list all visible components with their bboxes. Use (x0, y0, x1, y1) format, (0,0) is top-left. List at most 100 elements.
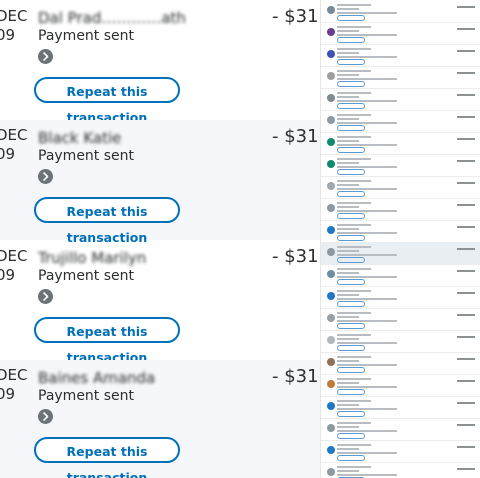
minimap-row (321, 176, 480, 199)
minimap-amount (457, 50, 475, 52)
transaction-card: DEC 09 Black Katie Payment sent - $31.1 … (0, 120, 320, 245)
minimap-text-line (337, 100, 397, 102)
minimap-text-line (337, 206, 359, 208)
minimap-row (321, 110, 480, 133)
minimap-button (337, 411, 365, 417)
minimap-row (321, 330, 480, 353)
minimap-amount (457, 336, 475, 338)
page-overview-minimap (320, 0, 480, 478)
repeat-transaction-button[interactable]: Repeat this transaction (34, 77, 180, 125)
minimap-row (321, 352, 480, 375)
minimap-button (337, 323, 365, 329)
minimap-amount (457, 292, 475, 294)
minimap-avatar (327, 160, 335, 168)
minimap-text-line (337, 470, 359, 472)
transaction-amount: - $31.1 (272, 126, 320, 147)
minimap-text-line (337, 422, 371, 424)
minimap-text-line (337, 334, 371, 336)
minimap-button (337, 301, 365, 307)
minimap-amount (457, 270, 475, 272)
minimap-button (337, 169, 365, 175)
minimap-row (321, 418, 480, 441)
minimap-amount (457, 424, 475, 426)
minimap-avatar (327, 116, 335, 124)
minimap-amount (457, 182, 475, 184)
minimap-text-line (337, 426, 359, 428)
minimap-text-line (337, 4, 371, 6)
minimap-button (337, 389, 365, 395)
chevron-right-icon[interactable] (38, 49, 53, 64)
minimap-amount (457, 402, 475, 404)
minimap-text-line (337, 30, 359, 32)
minimap-row (321, 220, 480, 243)
minimap-text-line (337, 70, 371, 72)
minimap-avatar (327, 380, 335, 388)
payment-status: Payment sent (38, 388, 135, 404)
payee-name: Black Katie (38, 129, 122, 147)
chevron-right-icon[interactable] (38, 289, 53, 304)
minimap-text-line (337, 166, 397, 168)
payment-status: Payment sent (38, 148, 135, 164)
minimap-avatar (327, 292, 335, 300)
repeat-transaction-button[interactable]: Repeat this transaction (34, 437, 180, 478)
minimap-text-line (337, 276, 397, 278)
minimap-amount (457, 160, 475, 162)
minimap-button (337, 59, 365, 65)
minimap-text-line (337, 78, 397, 80)
minimap-row (321, 242, 480, 265)
minimap-row (321, 22, 480, 45)
minimap-avatar (327, 72, 335, 80)
transaction-list: DEC 09 Dal Prad…………ath Payment sent - $3… (0, 0, 320, 478)
minimap-text-line (337, 338, 359, 340)
minimap-amount (457, 116, 475, 118)
payee-name: Baines Amanda (38, 369, 156, 387)
minimap-amount (457, 28, 475, 30)
minimap-button (337, 103, 365, 109)
minimap-amount (457, 204, 475, 206)
minimap-button (337, 147, 365, 153)
minimap-text-line (337, 316, 359, 318)
minimap-text-line (337, 180, 371, 182)
minimap-text-line (337, 224, 371, 226)
minimap-avatar (327, 94, 335, 102)
minimap-text-line (337, 360, 359, 362)
minimap-amount (457, 226, 475, 228)
transaction-date: DEC 09 (0, 247, 28, 284)
minimap-text-line (337, 162, 359, 164)
minimap-text-line (337, 52, 359, 54)
minimap-row (321, 132, 480, 155)
minimap-text-line (337, 92, 371, 94)
minimap-avatar (327, 270, 335, 278)
repeat-transaction-button[interactable]: Repeat this transaction (34, 197, 180, 245)
minimap-avatar (327, 424, 335, 432)
minimap-text-line (337, 8, 359, 10)
chevron-right-icon[interactable] (38, 409, 53, 424)
minimap-amount (457, 138, 475, 140)
minimap-text-line (337, 136, 371, 138)
minimap-button (337, 433, 365, 439)
minimap-button (337, 235, 365, 241)
minimap-text-line (337, 158, 371, 160)
minimap-row (321, 0, 480, 23)
minimap-row (321, 154, 480, 177)
minimap-avatar (327, 314, 335, 322)
minimap-text-line (337, 378, 371, 380)
minimap-text-line (337, 386, 397, 388)
chevron-right-icon[interactable] (38, 169, 53, 184)
transaction-amount: - $31.1 (272, 246, 320, 267)
minimap-avatar (327, 248, 335, 256)
minimap-text-line (337, 140, 359, 142)
minimap-row (321, 198, 480, 221)
minimap-amount (457, 380, 475, 382)
minimap-text-line (337, 430, 397, 432)
transaction-amount: - $31.1 (272, 366, 320, 387)
repeat-transaction-button[interactable]: Repeat this transaction (34, 317, 180, 365)
minimap-text-line (337, 114, 371, 116)
minimap-text-line (337, 96, 359, 98)
minimap-button (337, 279, 365, 285)
minimap-amount (457, 446, 475, 448)
minimap-text-line (337, 294, 359, 296)
minimap-button (337, 125, 365, 131)
minimap-row (321, 308, 480, 331)
minimap-amount (457, 72, 475, 74)
